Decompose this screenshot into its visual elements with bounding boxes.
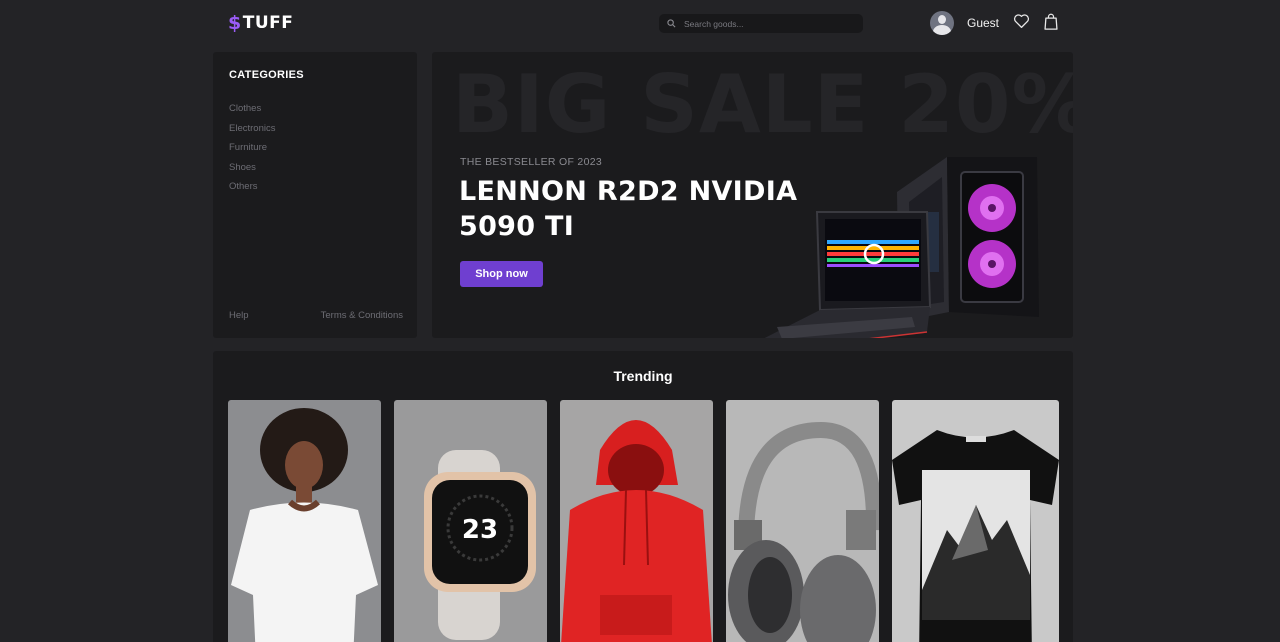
red-hoodie-image <box>561 420 712 642</box>
category-list: Clothes Electronics Furniture Shoes Othe… <box>229 103 275 201</box>
category-furniture[interactable]: Furniture <box>229 142 275 162</box>
heart-icon[interactable] <box>1013 13 1030 29</box>
search-input[interactable] <box>684 18 844 29</box>
sidebar: CATEGORIES Clothes Electronics Furniture… <box>213 52 417 338</box>
sidebar-footer: Help Terms & Conditions <box>229 310 403 321</box>
svg-text:23: 23 <box>462 515 498 545</box>
user-name[interactable]: Guest <box>967 16 999 30</box>
sidebar-title: CATEGORIES <box>229 69 304 81</box>
black-mountain-tshirt-image <box>892 430 1059 642</box>
category-clothes[interactable]: Clothes <box>229 103 275 123</box>
headphones-image <box>728 421 879 642</box>
search-icon <box>667 19 676 28</box>
banner-product-image <box>764 157 1039 338</box>
header: $ TUFF Guest <box>0 0 1280 46</box>
search-bar[interactable] <box>659 14 863 33</box>
shop-now-button[interactable]: Shop now <box>460 261 543 287</box>
logo-text: TUFF <box>242 13 294 33</box>
product-card-headphones[interactable] <box>726 400 879 642</box>
product-card-black-mountain-tshirt[interactable] <box>892 400 1059 642</box>
trending-section: Trending 23 <box>213 351 1073 642</box>
hero-banner: BIG SALE 20% THE BESTSELLER OF 2023 LENN… <box>432 52 1073 338</box>
trending-title: Trending <box>613 368 673 384</box>
logo-symbol: $ <box>228 12 242 34</box>
bag-icon[interactable] <box>1044 13 1058 30</box>
smartwatch-image: 23 <box>424 450 536 640</box>
banner-subtitle: THE BESTSELLER OF 2023 <box>460 156 602 168</box>
avatar[interactable] <box>930 11 954 35</box>
logo[interactable]: $ TUFF <box>228 12 293 34</box>
white-tshirt-image <box>231 408 378 642</box>
terms-link[interactable]: Terms & Conditions <box>321 310 403 321</box>
product-card-white-tshirt[interactable] <box>228 400 381 642</box>
category-others[interactable]: Others <box>229 181 275 201</box>
product-list: 23 <box>228 400 1059 642</box>
product-card-smartwatch[interactable]: 23 <box>394 400 547 642</box>
category-shoes[interactable]: Shoes <box>229 162 275 182</box>
category-electronics[interactable]: Electronics <box>229 123 275 143</box>
help-link[interactable]: Help <box>229 310 249 321</box>
product-card-red-hoodie[interactable] <box>560 400 713 642</box>
